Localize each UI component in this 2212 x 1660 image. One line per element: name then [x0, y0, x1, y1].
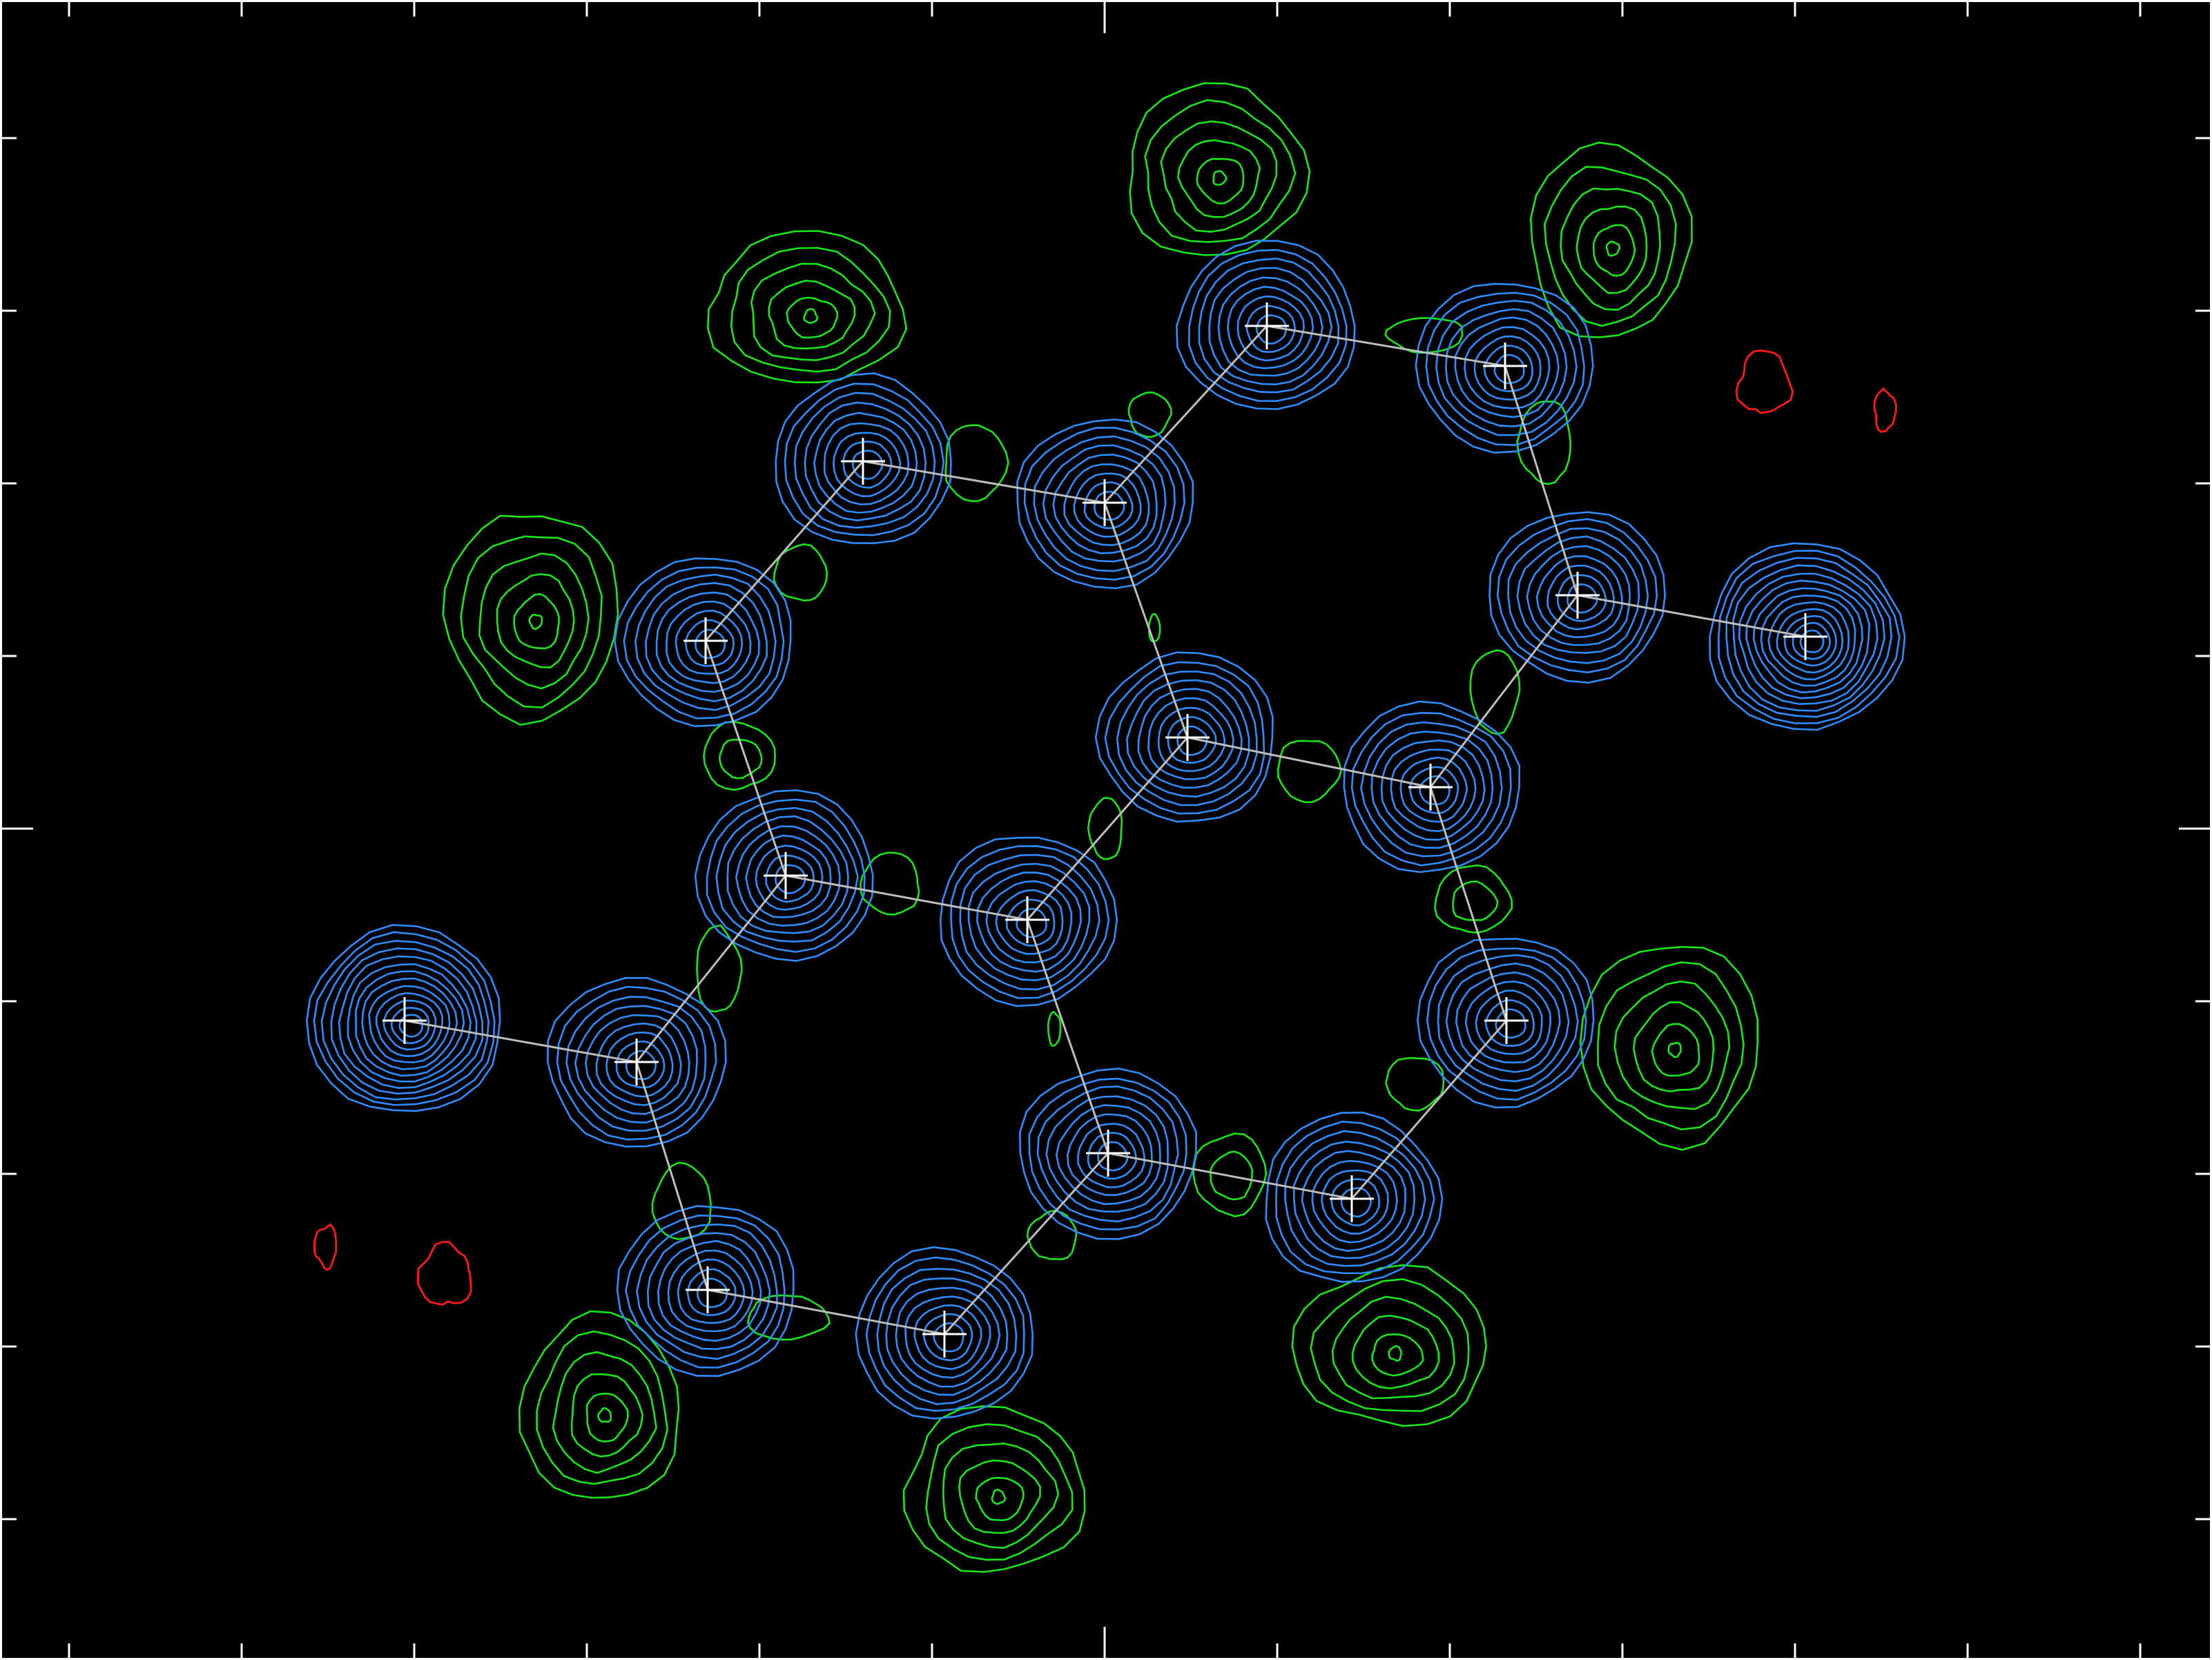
density-map-plot — [0, 0, 2212, 1660]
